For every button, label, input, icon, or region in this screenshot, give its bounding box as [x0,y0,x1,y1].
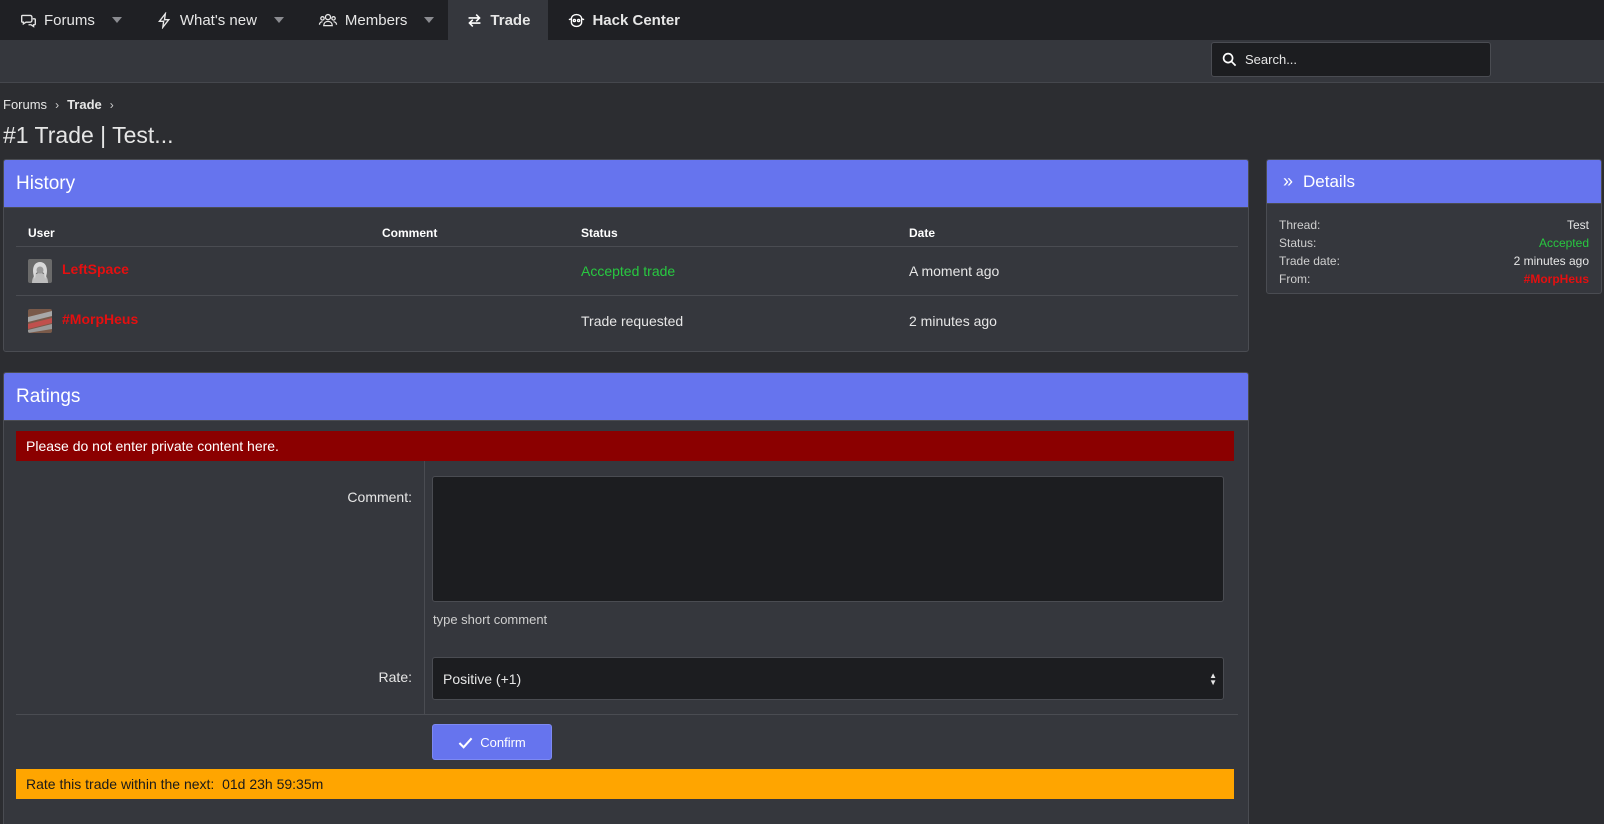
chevron-down-icon[interactable] [424,17,435,23]
date-cell: A moment ago [909,263,1000,279]
rate-select[interactable]: Positive (+1) ▲ ▼ [432,657,1224,700]
form-label-column: Comment: Rate: [16,461,425,714]
chevron-right-icon: › [55,97,60,112]
details-label: Thread: [1279,218,1321,232]
search-icon [1222,52,1237,67]
column-header-date: Date [909,226,936,240]
status-value: Accepted [1538,236,1589,250]
user-cell: LeftSpace [28,247,129,295]
details-row-status: Status: Accepted [1279,234,1589,252]
nav-tab-trade[interactable]: Trade [448,0,549,40]
page-title: #1 Trade | Test... [3,122,174,148]
form-divider [16,714,1238,715]
trade-date-value: 2 minutes ago [1513,254,1589,268]
history-table: User Comment Status Date LeftSpace Accep… [16,220,1238,345]
avatar[interactable] [28,259,52,283]
rate-selected-value: Positive (+1) [443,670,522,687]
comments-icon [21,14,36,28]
history-title: History [16,172,76,194]
rate-label: Rate: [378,669,412,685]
top-nav: Forums What's new Members Trade Hack Cen… [0,0,1604,40]
chevron-down-icon[interactable] [111,17,122,23]
users-icon [318,13,338,26]
username-link[interactable]: LeftSpace [62,261,129,277]
details-header: » Details [1267,160,1601,204]
double-chevron-right-icon: » [1283,171,1294,191]
column-header-status: Status [581,226,618,240]
history-panel: History User Comment Status Date LeftSpa… [3,159,1249,352]
chevron-right-icon: › [109,97,114,112]
thread-link[interactable]: Test [1567,216,1589,234]
sub-nav-bar [0,40,1604,83]
breadcrumb-trade[interactable]: Trade [67,97,102,112]
details-label: Status: [1279,236,1317,250]
comment-textarea[interactable] [432,476,1224,602]
search-input[interactable] [1245,52,1485,67]
comment-label: Comment: [347,489,412,505]
nav-tab-whats-new[interactable]: What's new [136,0,298,40]
private-content-warning: Please do not enter private content here… [16,431,1234,461]
details-row-from: From: #MorpHeus [1279,270,1589,288]
nav-tab-label: Trade [490,11,531,29]
column-header-comment: Comment [382,226,438,240]
date-cell: 2 minutes ago [909,312,997,329]
hacker-mask-icon [569,13,585,27]
details-row-trade-date: Trade date: 2 minutes ago [1279,252,1589,270]
column-header-user: User [28,226,55,240]
nav-tab-label: Hack Center [592,11,680,29]
details-body: Thread: Test Status: Accepted Trade date… [1267,204,1601,293]
confirm-button[interactable]: Confirm [432,724,552,760]
nav-tab-forums[interactable]: Forums [0,0,136,40]
search-box[interactable] [1211,42,1491,77]
nav-tab-members[interactable]: Members [298,0,449,40]
ratings-title: Ratings [16,385,81,407]
details-panel: » Details Thread: Test Status: Accepted … [1266,159,1602,294]
user-cell: #MorpHeus [28,296,138,345]
details-row-thread: Thread: Test [1279,216,1589,234]
chevron-down-icon[interactable] [273,17,284,23]
confirm-label: Confirm [480,734,526,750]
nav-tab-hack-center[interactable]: Hack Center [548,0,694,40]
nav-tab-label: Members [344,11,408,29]
table-row: LeftSpace Accepted trade A moment ago [16,247,1238,296]
ratings-panel: Ratings Please do not enter private cont… [3,372,1249,824]
details-title: Details [1303,171,1355,191]
table-header-row: User Comment Status Date [16,220,1238,247]
table-row: #MorpHeus Trade requested 2 minutes ago [16,296,1238,345]
details-label: Trade date: [1279,254,1340,268]
breadcrumb: Forums › Trade › [3,97,114,112]
status-cell: Accepted trade [581,263,676,279]
breadcrumb-forums[interactable]: Forums [3,97,47,112]
from-user-link[interactable]: #MorpHeus [1524,270,1589,288]
select-arrows-icon: ▲ ▼ [1209,671,1217,687]
rating-timer-bar: Rate this trade within the next: 01d 23h… [16,769,1234,799]
check-icon [458,737,473,749]
details-label: From: [1279,272,1311,286]
avatar[interactable] [28,308,52,333]
nav-tab-label: Forums [44,11,95,29]
swap-arrows-icon [468,13,482,27]
ratings-header: Ratings [4,373,1248,421]
status-cell: Trade requested [581,312,684,329]
bolt-icon [157,11,170,29]
username-link[interactable]: #MorpHeus [62,311,138,327]
comment-hint: type short comment [433,612,548,627]
nav-tab-label: What's new [179,11,257,29]
history-header: History [4,160,1248,208]
